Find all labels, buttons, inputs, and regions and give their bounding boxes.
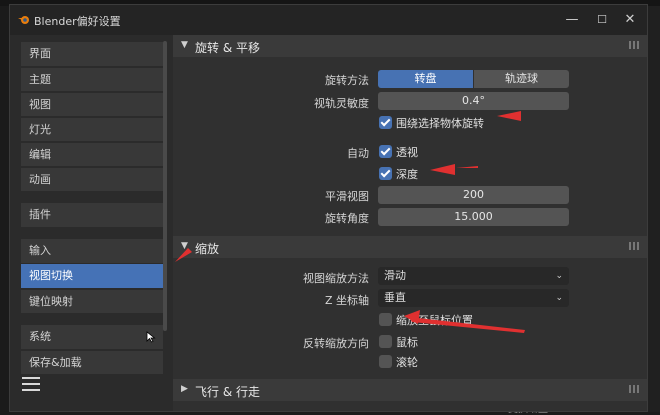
invert-zoom-label: 反转缩放方向 <box>303 337 369 350</box>
orbit-sensitivity-field[interactable]: 0.4° <box>378 92 569 110</box>
auto-perspective-checkbox[interactable] <box>379 145 392 158</box>
drag-grip-icon[interactable] <box>629 385 639 393</box>
section-header-orbit-pan[interactable]: ▼ 旋转 & 平移 <box>173 35 647 57</box>
smooth-view-label: 平滑视图 <box>325 190 369 203</box>
orbit-around-selection-label: 围绕选择物体旋转 <box>396 117 484 130</box>
chevron-down-icon: ⌄ <box>555 293 563 303</box>
auto-depth-label: 深度 <box>396 168 418 181</box>
smooth-view-field[interactable]: 200 <box>378 186 569 204</box>
invert-mouse-label: 鼠标 <box>396 336 418 349</box>
invert-wheel-checkbox[interactable] <box>379 355 392 368</box>
section-title: 缩放 <box>195 242 220 256</box>
sidebar-item-viewport[interactable]: 视图 <box>21 92 163 116</box>
section-title: 飞行 & 行走 <box>195 385 260 399</box>
collapse-arrow-icon: ▼ <box>181 40 188 50</box>
sidebar-item-addons[interactable]: 插件 <box>21 203 163 227</box>
z-axis-dropdown[interactable]: 垂直 ⌄ <box>378 289 569 307</box>
sidebar-item-input[interactable]: 输入 <box>21 239 163 263</box>
preferences-window: Blender偏好设置 — ☐ ✕ 界面 主题 视图 灯光 编辑 动画 插件 输… <box>9 4 648 412</box>
sidebar-item-editing[interactable]: 编辑 <box>21 142 163 166</box>
rotation-angle-label: 旋转角度 <box>325 212 369 225</box>
close-button[interactable]: ✕ <box>617 10 643 30</box>
chevron-down-icon: ⌄ <box>555 271 563 281</box>
main-panel: ▼ 旋转 & 平移 旋转方法 转盘 轨迹球 视轨灵敏度 0.4° 围绕选择物体旋… <box>173 35 647 411</box>
sidebar-item-animation[interactable]: 动画 <box>21 167 163 191</box>
orbit-sensitivity-label: 视轨灵敏度 <box>314 97 369 110</box>
z-axis-value: 垂直 <box>384 291 406 304</box>
blender-logo-icon <box>18 16 29 24</box>
sidebar-item-themes[interactable]: 主题 <box>21 67 163 91</box>
section-header-fly-walk[interactable]: ▶ 飞行 & 行走 <box>173 379 647 401</box>
sidebar: 界面 主题 视图 灯光 编辑 动画 插件 输入 视图切换 键位映射 系统 保存&… <box>10 35 173 411</box>
sidebar-item-interface[interactable]: 界面 <box>21 42 163 66</box>
orbit-method-trackball[interactable]: 轨迹球 <box>474 70 569 88</box>
z-axis-label: Z 坐标轴 <box>324 294 369 307</box>
hamburger-menu-icon[interactable] <box>22 377 40 393</box>
background-right <box>648 6 660 412</box>
drag-grip-icon[interactable] <box>629 41 639 49</box>
collapse-arrow-icon: ▶ <box>181 384 188 394</box>
sidebar-item-keymap[interactable]: 键位映射 <box>21 289 163 313</box>
auto-perspective-label: 透视 <box>396 146 418 159</box>
orbit-around-selection-checkbox[interactable] <box>379 116 392 129</box>
section-header-zoom[interactable]: ▼ 缩放 <box>173 236 647 258</box>
orbit-method-turntable[interactable]: 转盘 <box>378 70 473 88</box>
drag-grip-icon[interactable] <box>629 242 639 250</box>
zoom-method-value: 滑动 <box>384 269 406 282</box>
minimize-button[interactable]: — <box>559 10 585 30</box>
invert-mouse-checkbox[interactable] <box>379 335 392 348</box>
sidebar-item-lights[interactable]: 灯光 <box>21 117 163 141</box>
mouse-cursor-icon <box>146 331 156 343</box>
sidebar-item-navigation[interactable]: 视图切换 <box>21 264 163 288</box>
zoom-method-label: 视图缩放方法 <box>303 272 369 285</box>
invert-wheel-label: 滚轮 <box>396 356 418 369</box>
orbit-method-label: 旋转方法 <box>325 74 369 87</box>
collapse-arrow-icon: ▼ <box>181 241 188 251</box>
zoom-to-mouse-checkbox[interactable] <box>379 313 392 326</box>
title-bar[interactable]: Blender偏好设置 — ☐ ✕ <box>10 5 647 35</box>
section-title: 旋转 & 平移 <box>195 41 260 55</box>
sidebar-scrollbar[interactable] <box>163 41 167 331</box>
zoom-to-mouse-label: 缩放至鼠标位置 <box>396 314 473 327</box>
maximize-button[interactable]: ☐ <box>589 10 615 30</box>
rotation-angle-field[interactable]: 15.000 <box>378 208 569 226</box>
auto-depth-checkbox[interactable] <box>379 167 392 180</box>
auto-label: 自动 <box>347 147 369 160</box>
sidebar-item-save-load[interactable]: 保存&加载 <box>21 350 163 374</box>
zoom-method-dropdown[interactable]: 滑动 ⌄ <box>378 267 569 285</box>
window-title: Blender偏好设置 <box>34 15 121 28</box>
sidebar-item-system[interactable]: 系统 <box>21 325 163 349</box>
